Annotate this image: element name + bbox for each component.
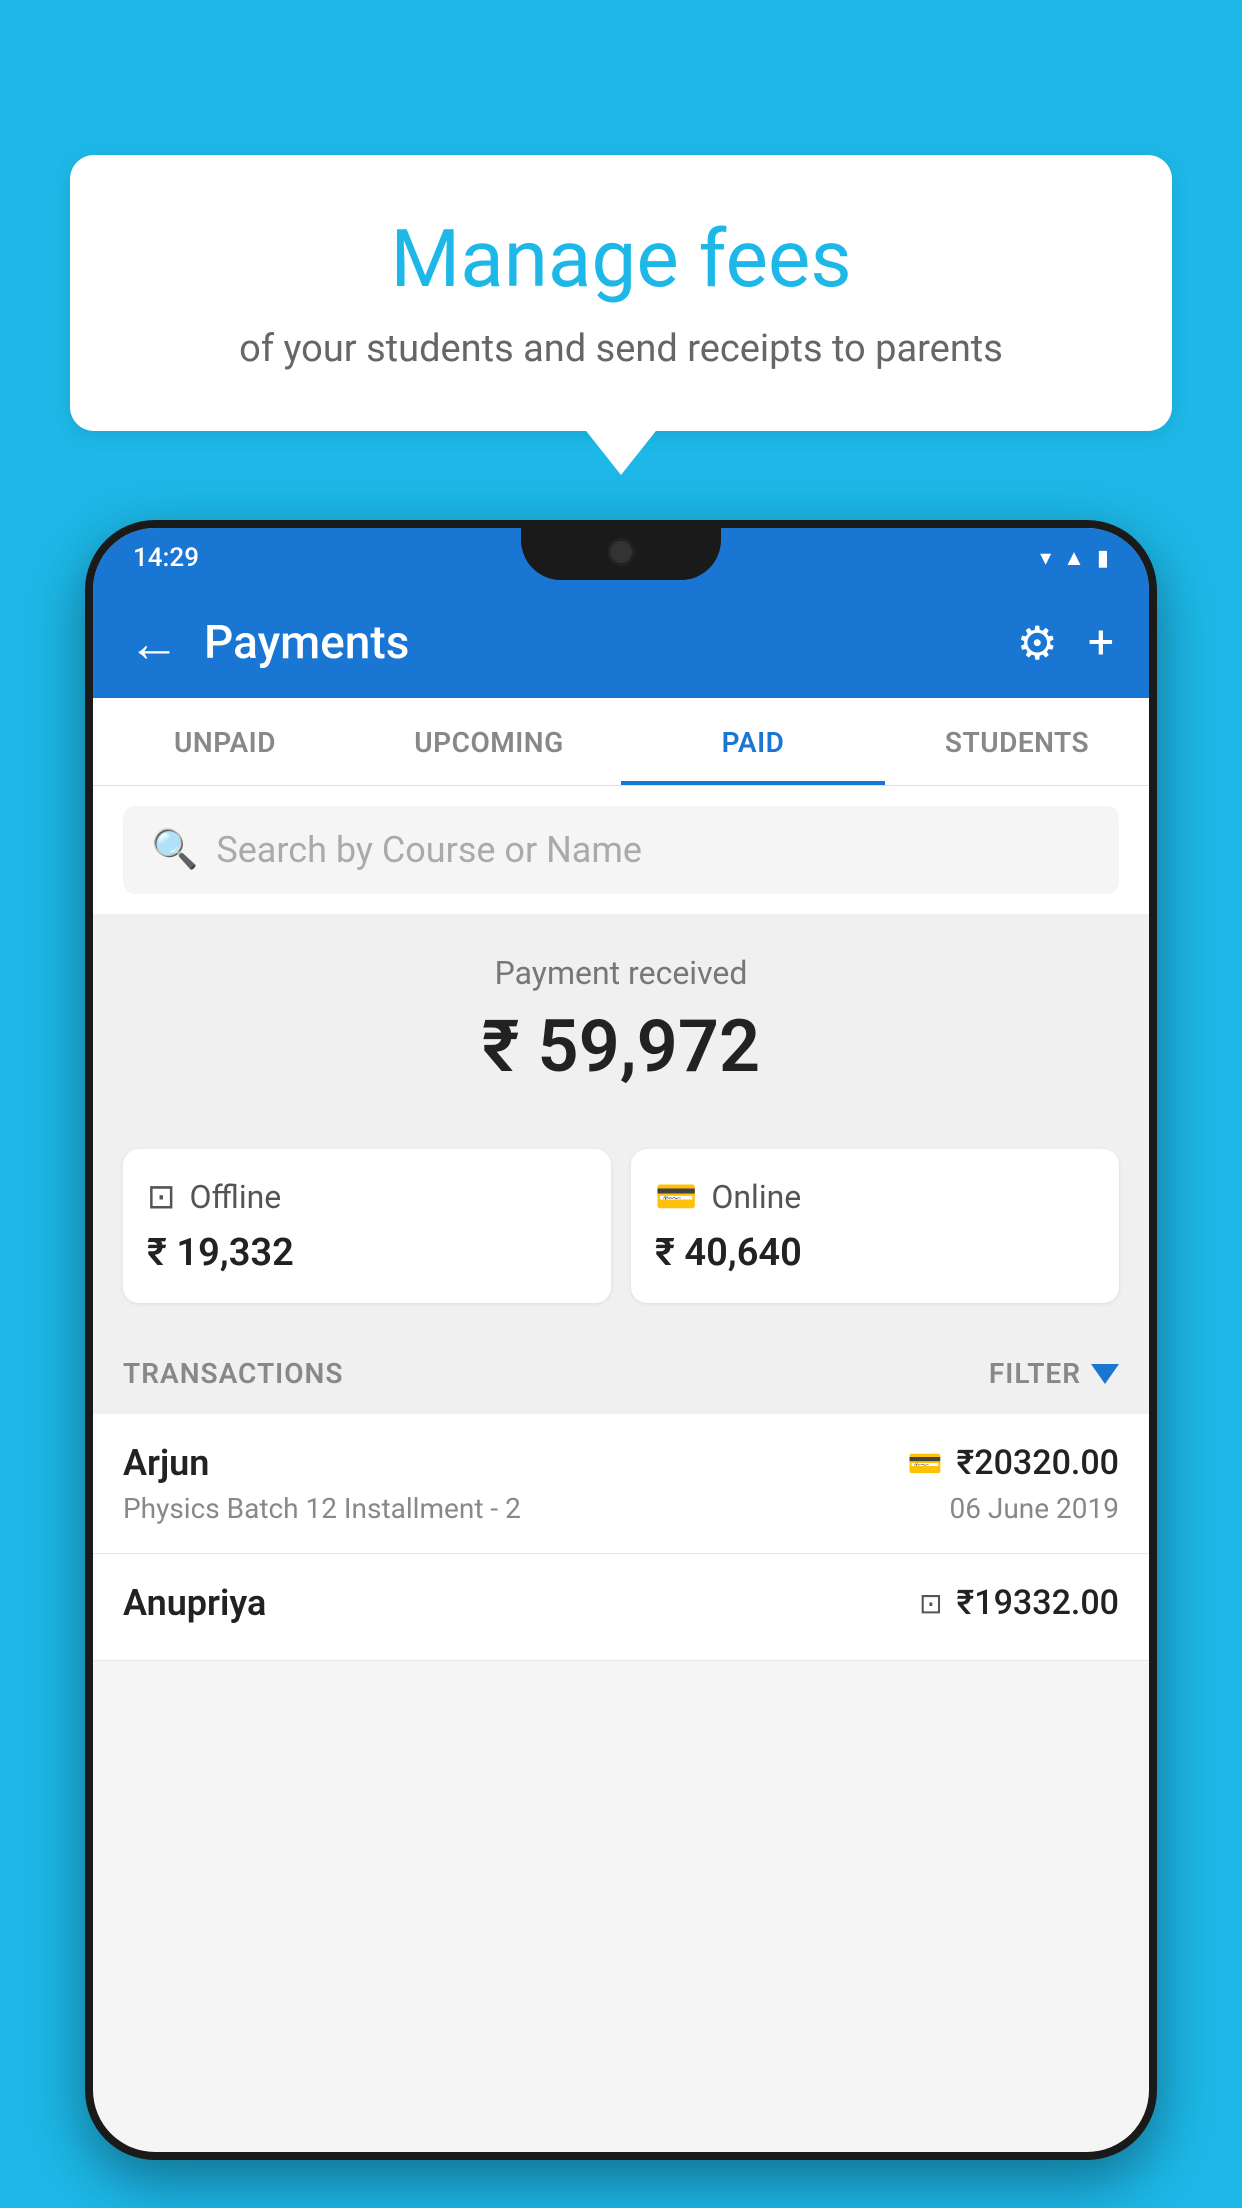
payment-received-label: Payment received bbox=[123, 954, 1119, 992]
transactions-header: TRANSACTIONS FILTER bbox=[93, 1333, 1149, 1414]
wifi-icon: ▾ bbox=[1040, 546, 1051, 571]
tooltip-subtitle: of your students and send receipts to pa… bbox=[120, 323, 1122, 376]
payment-amount-large: ₹ 59,972 bbox=[123, 1004, 1119, 1089]
transaction-amount-wrapper-anupriya: ⊡ ₹19332.00 bbox=[919, 1583, 1119, 1623]
transaction-date-arjun: 06 June 2019 bbox=[949, 1492, 1119, 1525]
table-row[interactable]: Anupriya ⊡ ₹19332.00 bbox=[93, 1554, 1149, 1661]
search-box[interactable]: 🔍 Search by Course or Name bbox=[123, 806, 1119, 894]
add-icon[interactable]: + bbox=[1088, 616, 1114, 670]
battery-icon: ▮ bbox=[1097, 546, 1109, 571]
online-icon: 💳 bbox=[655, 1177, 697, 1217]
offline-payment-icon: ⊡ bbox=[919, 1587, 942, 1620]
search-container: 🔍 Search by Course or Name bbox=[93, 786, 1149, 914]
transaction-top-arjun: Arjun 💳 ₹20320.00 bbox=[123, 1442, 1119, 1484]
tooltip-card: Manage fees of your students and send re… bbox=[70, 155, 1172, 431]
transaction-amount-wrapper-arjun: 💳 ₹20320.00 bbox=[908, 1443, 1119, 1483]
filter-label: FILTER bbox=[989, 1357, 1081, 1390]
back-button[interactable]: ← bbox=[128, 613, 180, 674]
offline-type: Offline bbox=[190, 1178, 282, 1216]
transaction-name-arjun: Arjun bbox=[123, 1442, 209, 1484]
tab-upcoming[interactable]: UPCOMING bbox=[357, 698, 621, 785]
online-card-header: 💳 Online bbox=[655, 1177, 801, 1217]
offline-icon: ⊡ bbox=[147, 1177, 176, 1217]
online-amount: ₹ 40,640 bbox=[655, 1231, 802, 1275]
phone-frame: 14:29 ▾ ▲ ▮ ← Payments ⚙ + UNPAID bbox=[85, 520, 1157, 2160]
online-card: 💳 Online ₹ 40,640 bbox=[631, 1149, 1119, 1303]
transactions-list: Arjun 💳 ₹20320.00 Physics Batch 12 Insta… bbox=[93, 1414, 1149, 1661]
transaction-bottom-arjun: Physics Batch 12 Installment - 2 06 June… bbox=[123, 1492, 1119, 1525]
offline-amount: ₹ 19,332 bbox=[147, 1231, 294, 1275]
phone-screen: 14:29 ▾ ▲ ▮ ← Payments ⚙ + UNPAID bbox=[93, 528, 1149, 2152]
transaction-course-arjun: Physics Batch 12 Installment - 2 bbox=[123, 1492, 521, 1525]
tab-students[interactable]: STUDENTS bbox=[885, 698, 1149, 785]
offline-card: ⊡ Offline ₹ 19,332 bbox=[123, 1149, 611, 1303]
app-bar-icons: ⚙ + bbox=[1017, 616, 1114, 671]
app-bar: ← Payments ⚙ + bbox=[93, 588, 1149, 698]
filter-icon bbox=[1091, 1364, 1119, 1384]
phone-notch bbox=[521, 520, 721, 580]
status-icons: ▾ ▲ ▮ bbox=[1040, 545, 1109, 571]
transactions-label: TRANSACTIONS bbox=[123, 1357, 343, 1390]
tooltip-title: Manage fees bbox=[120, 215, 1122, 303]
app-bar-title: Payments bbox=[204, 616, 1017, 670]
phone-camera bbox=[607, 538, 635, 566]
online-type: Online bbox=[711, 1178, 801, 1216]
filter-button[interactable]: FILTER bbox=[989, 1357, 1119, 1390]
settings-icon[interactable]: ⚙ bbox=[1017, 616, 1058, 671]
online-payment-icon: 💳 bbox=[908, 1447, 943, 1480]
phone-wrapper: 14:29 ▾ ▲ ▮ ← Payments ⚙ + UNPAID bbox=[85, 520, 1157, 2208]
status-time: 14:29 bbox=[133, 543, 199, 573]
transaction-name-anupriya: Anupriya bbox=[123, 1582, 266, 1624]
transaction-amount-anupriya: ₹19332.00 bbox=[957, 1583, 1119, 1623]
payment-cards: ⊡ Offline ₹ 19,332 💳 Online ₹ 40,640 bbox=[93, 1149, 1149, 1333]
transaction-amount-arjun: ₹20320.00 bbox=[957, 1443, 1119, 1483]
signal-icon: ▲ bbox=[1063, 545, 1085, 571]
tab-paid[interactable]: PAID bbox=[621, 698, 885, 785]
tabs-bar: UNPAID UPCOMING PAID STUDENTS bbox=[93, 698, 1149, 786]
payment-received-section: Payment received ₹ 59,972 bbox=[93, 914, 1149, 1149]
search-placeholder: Search by Course or Name bbox=[216, 829, 642, 871]
tab-unpaid[interactable]: UNPAID bbox=[93, 698, 357, 785]
offline-card-header: ⊡ Offline bbox=[147, 1177, 281, 1217]
search-icon: 🔍 bbox=[151, 828, 198, 872]
transaction-top-anupriya: Anupriya ⊡ ₹19332.00 bbox=[123, 1582, 1119, 1624]
table-row[interactable]: Arjun 💳 ₹20320.00 Physics Batch 12 Insta… bbox=[93, 1414, 1149, 1554]
